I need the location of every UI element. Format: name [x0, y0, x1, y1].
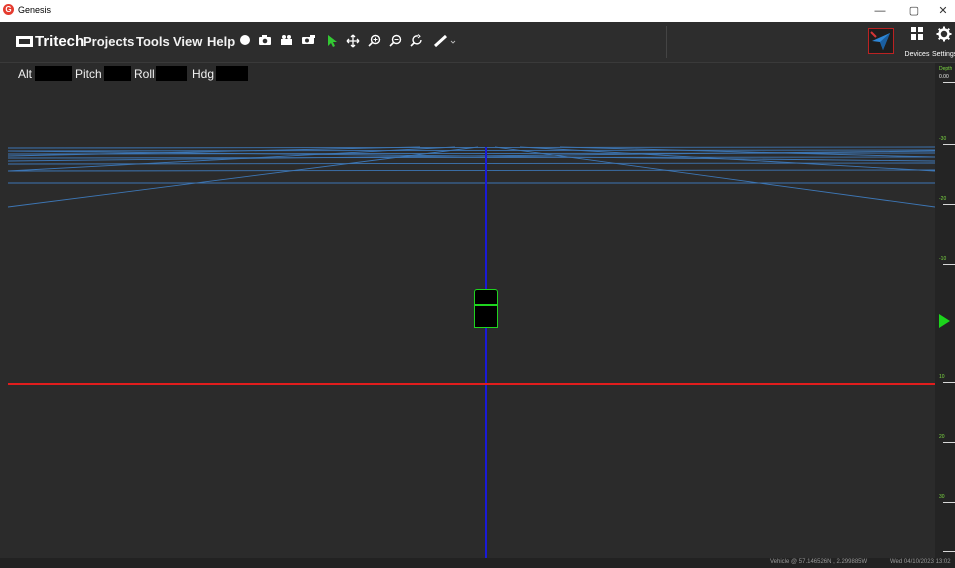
toolbar-separator	[666, 26, 667, 58]
ruler-tick	[943, 551, 955, 552]
vehicle-model-top[interactable]	[474, 289, 498, 305]
ruler-tick	[943, 82, 955, 83]
alt-label: Alt	[18, 67, 33, 81]
menu-projects[interactable]: Projects	[83, 34, 134, 49]
status-bar: Vehicle @ 57.146526N , 2.299885W Wed 04/…	[0, 558, 955, 568]
orientation-bar: Alt Pitch Roll Hdg	[0, 63, 940, 85]
ruler-label: -10	[939, 256, 947, 262]
status-datetime: Wed 04/10/2023 13:02	[890, 559, 951, 565]
compass-widget[interactable]	[868, 28, 894, 54]
brand-name: Tritech	[35, 33, 85, 50]
select-pointer-icon[interactable]	[324, 34, 340, 50]
roll-value	[156, 66, 187, 81]
compass-icon	[870, 31, 890, 50]
pan-icon[interactable]	[345, 34, 361, 50]
seabed-grid	[7, 146, 935, 558]
settings-button[interactable]: Settings	[932, 26, 955, 58]
record-icon[interactable]	[237, 34, 253, 50]
ruler-tick	[943, 204, 955, 205]
ruler-label: 10	[939, 374, 945, 380]
alt-value	[35, 66, 72, 81]
devices-icon	[911, 27, 923, 40]
measure-icon[interactable]	[433, 34, 457, 50]
ruler-tick	[943, 264, 955, 265]
app-logo-icon: G	[3, 4, 14, 15]
ruler-tick	[943, 382, 955, 383]
main-toolbar: Tritech Projects Tools View Help Devices…	[0, 22, 955, 63]
devices-label: Devices	[904, 51, 930, 58]
depth-ruler: Depth 0.00 -30 -20 -10 10 20 30	[935, 63, 955, 558]
vehicle-model-body[interactable]	[474, 305, 498, 328]
title-bar: G Genesis — ▢ ✕	[0, 0, 955, 22]
ruler-tick	[943, 144, 955, 145]
close-button[interactable]: ✕	[926, 0, 955, 22]
ruler-tick	[943, 502, 955, 503]
pitch-value	[104, 66, 131, 81]
settings-label: Settings	[932, 51, 955, 58]
depth-marker-icon	[939, 314, 950, 328]
ruler-tick	[943, 442, 955, 443]
hdg-value	[216, 66, 248, 81]
pitch-label: Pitch	[75, 67, 102, 81]
gear-icon	[936, 26, 951, 42]
tritech-mark-icon	[16, 36, 33, 47]
ruler-label: 30	[939, 494, 945, 500]
3d-viewport[interactable]	[0, 85, 935, 558]
camera-icon[interactable]	[257, 34, 273, 50]
video-icon[interactable]	[279, 34, 295, 50]
ruler-title: Depth	[939, 66, 953, 72]
ruler-label: -30	[939, 136, 947, 142]
zoom-reset-icon[interactable]	[408, 34, 424, 50]
ruler-label: -20	[939, 196, 947, 202]
menu-view[interactable]: View	[173, 34, 202, 49]
devices-button[interactable]: Devices	[903, 26, 931, 58]
minimize-button[interactable]: —	[863, 0, 897, 22]
hdg-label: Hdg	[192, 67, 215, 81]
sonar-snapshot-icon[interactable]	[300, 34, 316, 50]
menu-tools[interactable]: Tools	[136, 34, 170, 49]
tritech-logo: Tritech	[16, 33, 84, 50]
menu-help[interactable]: Help	[207, 34, 235, 49]
ruler-label: 20	[939, 434, 945, 440]
zoom-in-icon[interactable]	[366, 34, 382, 50]
roll-label: Roll	[134, 67, 155, 81]
window-title: Genesis	[18, 5, 52, 15]
ruler-top-value: 0.00	[939, 74, 949, 80]
zoom-out-icon[interactable]	[387, 34, 403, 50]
vehicle-position: Vehicle @ 57.146526N , 2.299885W	[770, 559, 868, 565]
